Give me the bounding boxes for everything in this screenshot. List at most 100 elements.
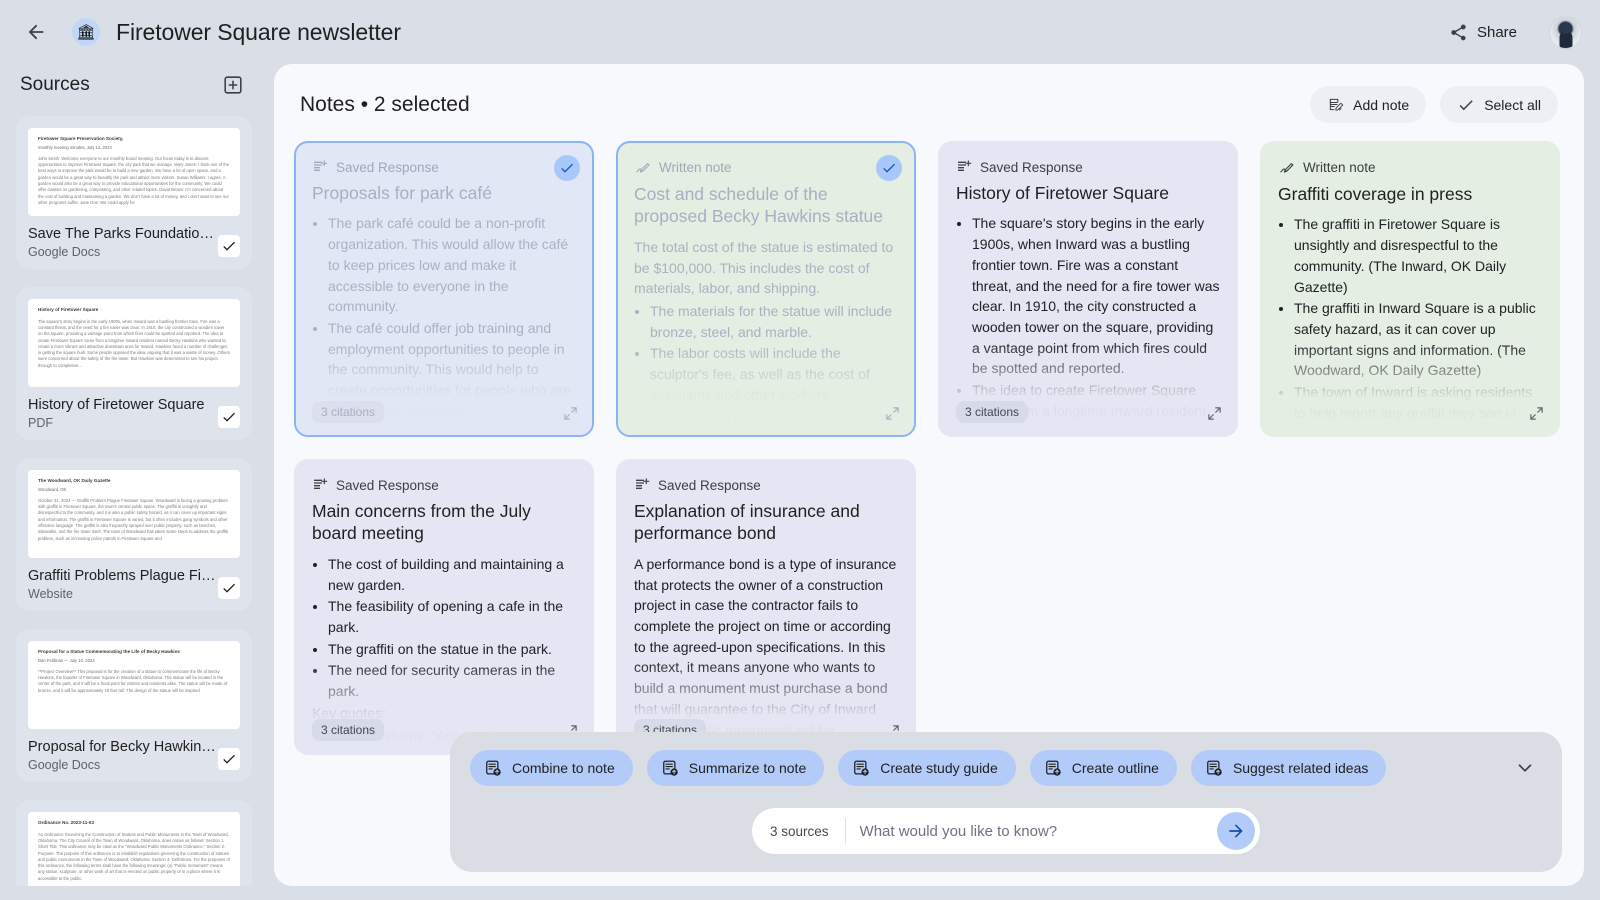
thumbnail-body: The square's story begins in the early 1… <box>38 319 230 369</box>
note-bullet-list: The graffiti in Firetower Square is unsi… <box>1294 214 1542 437</box>
note-bullet: The graffiti in Firetower Square is unsi… <box>1294 214 1542 297</box>
expand-note-button[interactable] <box>1529 406 1544 421</box>
note-title: Main concerns from the July board meetin… <box>312 500 576 545</box>
note-kind: Saved Response <box>312 159 576 175</box>
check-icon <box>221 751 237 767</box>
note-kind-label: Written note <box>659 160 732 175</box>
check-icon <box>559 160 575 176</box>
back-button[interactable] <box>16 12 56 52</box>
source-checkbox[interactable] <box>218 577 240 599</box>
saved-response-icon <box>312 477 328 493</box>
note-bullet: The square's story begins in the early 1… <box>972 213 1220 379</box>
expand-icon <box>885 406 900 421</box>
saved-response-icon <box>312 159 328 175</box>
document-icon: 🏛 <box>72 18 100 46</box>
source-checkbox[interactable] <box>218 406 240 428</box>
action-chip-label: Summarize to note <box>689 760 807 776</box>
action-chip[interactable]: Create study guide <box>838 750 1016 786</box>
sources-count-button[interactable]: 3 sources <box>752 818 846 844</box>
source-checkbox[interactable] <box>218 235 240 257</box>
note-title: History of Firetower Square <box>956 182 1220 204</box>
expand-note-button[interactable] <box>885 406 900 421</box>
source-card[interactable]: The Woodward, OK Daily Gazette Woodward,… <box>16 458 252 611</box>
note-title: Cost and schedule of the proposed Becky … <box>634 183 898 228</box>
add-source-button[interactable] <box>220 72 246 98</box>
citations-chip[interactable]: 3 citations <box>312 401 384 423</box>
chat-input-shell: 3 sources <box>752 808 1260 854</box>
chat-input-row: 3 sources <box>470 808 1542 854</box>
note-card[interactable]: Saved Response Proposals for park café T… <box>294 141 594 437</box>
note-bullet: The materials for the statue will includ… <box>650 301 898 342</box>
source-meta-text: Save The Parks Foundation… Google Docs <box>28 226 218 259</box>
add-source-icon <box>222 74 244 96</box>
note-bullet: The need for security cameras in the par… <box>328 660 576 701</box>
source-thumbnail: Proposal for a Statue Commemorating the … <box>28 641 240 729</box>
action-chip-row: Combine to note Summarize to note Create… <box>470 750 1542 786</box>
thumbnail-body: John Smith: Welcome everyone to our mont… <box>38 156 230 206</box>
action-chip[interactable]: Create outline <box>1030 750 1177 786</box>
action-chip-label: Create study guide <box>880 760 998 776</box>
note-card[interactable]: Written note Graffiti coverage in press … <box>1260 141 1560 437</box>
note-kind-label: Saved Response <box>336 160 439 175</box>
expand-icon <box>563 406 578 421</box>
note-kind-label: Written note <box>1303 160 1376 175</box>
source-checkbox[interactable] <box>218 748 240 770</box>
expand-note-button[interactable] <box>1207 406 1222 421</box>
note-card[interactable]: Saved Response History of Firetower Squa… <box>938 141 1238 437</box>
note-card[interactable]: Saved Response Explanation of insurance … <box>616 459 916 755</box>
note-bullet: The shipping costs will include the cost… <box>650 407 898 437</box>
source-meta-text: Proposal for Becky Hawkin… Google Docs <box>28 739 218 772</box>
citations-chip[interactable]: 3 citations <box>312 719 384 741</box>
source-meta: Proposal for Becky Hawkin… Google Docs <box>28 739 240 772</box>
share-button[interactable]: Share <box>1435 13 1535 51</box>
source-meta: History of Firetower Square PDF <box>28 397 240 430</box>
note-bullet: The café could partner with local busine… <box>328 423 576 437</box>
sources-title: Sources <box>20 74 90 96</box>
action-chip[interactable]: Summarize to note <box>647 750 825 786</box>
note-kind-label: Saved Response <box>658 478 761 493</box>
check-icon <box>221 238 237 254</box>
note-title: Graffiti coverage in press <box>1278 183 1542 205</box>
note-selected-badge[interactable] <box>554 155 580 181</box>
thumbnail-body: **Project Overview** This proposal is fo… <box>38 669 230 694</box>
note-kind: Saved Response <box>634 477 898 493</box>
top-bar: 🏛 Firetower Square newsletter Share <box>0 0 1600 64</box>
source-card[interactable]: Firetower Square Preservation Society, m… <box>16 116 252 269</box>
thumbnail-subtitle: Woodward, OK <box>38 487 230 493</box>
citations-chip[interactable]: 3 citations <box>956 401 1028 423</box>
select-all-button[interactable]: Select all <box>1440 86 1558 123</box>
note-card[interactable]: Saved Response Main concerns from the Ju… <box>294 459 594 755</box>
page-title: Firetower Square newsletter <box>116 19 401 46</box>
expand-note-button[interactable] <box>563 406 578 421</box>
check-icon <box>1457 96 1475 114</box>
source-card[interactable]: Ordinance No. 2023-11-03 An Ordinance Go… <box>16 800 252 886</box>
note-title: Explanation of insurance and performance… <box>634 500 898 545</box>
source-card[interactable]: History of Firetower Square The square's… <box>16 287 252 440</box>
note-selected-badge[interactable] <box>876 155 902 181</box>
source-thumbnail: Firetower Square Preservation Society, m… <box>28 128 240 216</box>
arrow-right-icon <box>1226 821 1246 841</box>
firetower-glyph: 🏛 <box>76 25 95 40</box>
source-type: PDF <box>28 416 218 430</box>
add-note-button[interactable]: Add note <box>1310 86 1426 123</box>
send-button[interactable] <box>1217 812 1255 850</box>
note-kind-label: Saved Response <box>336 478 439 493</box>
action-chip[interactable]: Combine to note <box>470 750 633 786</box>
notes-separator: • <box>361 93 368 116</box>
collapse-chips-button[interactable] <box>1508 751 1542 785</box>
source-name: Proposal for Becky Hawkin… <box>28 739 218 755</box>
source-type: Google Docs <box>28 245 218 259</box>
notes-label: Notes <box>300 93 355 116</box>
note-card[interactable]: Written note Cost and schedule of the pr… <box>616 141 916 437</box>
source-thumbnail: Ordinance No. 2023-11-03 An Ordinance Go… <box>28 812 240 886</box>
add-note-icon <box>1327 96 1344 113</box>
source-type: Google Docs <box>28 758 218 772</box>
notes-selection-count: 2 selected <box>374 93 470 116</box>
action-chip[interactable]: Suggest related ideas <box>1191 750 1386 786</box>
note-kind: Saved Response <box>956 159 1220 175</box>
note-bullet: The park café could be a non-profit orga… <box>328 213 576 317</box>
written-note-icon <box>1278 159 1295 176</box>
search-input[interactable] <box>846 823 1217 840</box>
source-card[interactable]: Proposal for a Statue Commemorating the … <box>16 629 252 782</box>
avatar[interactable] <box>1549 16 1582 49</box>
